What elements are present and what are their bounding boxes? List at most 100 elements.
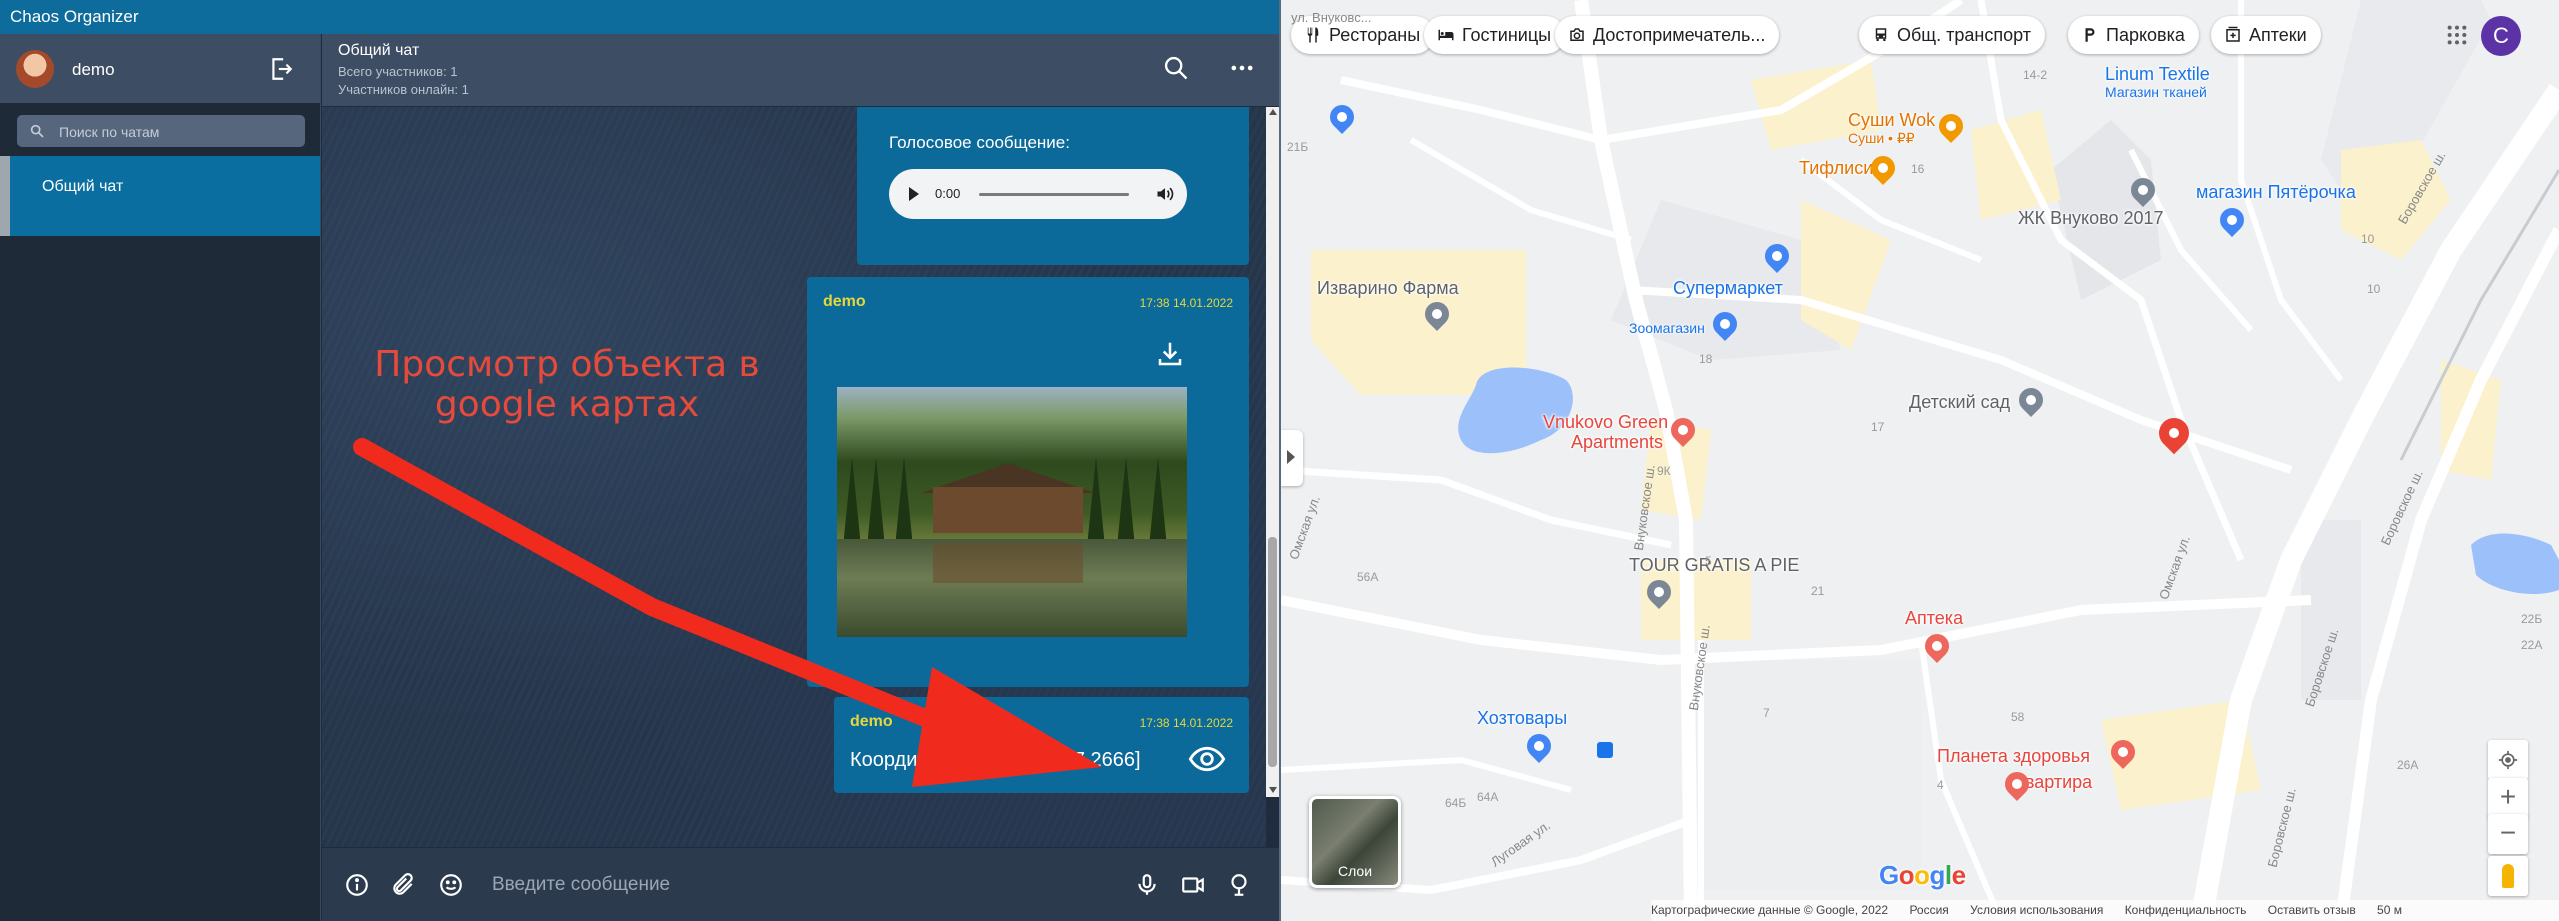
poi-sushi-wok[interactable]: Суши Wok <box>1848 110 1935 131</box>
map-canvas[interactable] <box>1281 0 2559 921</box>
scroll-down-arrow[interactable] <box>1269 787 1277 793</box>
scroll-up-arrow[interactable] <box>1269 109 1277 115</box>
members-total: Всего участников: 1 <box>338 64 458 79</box>
pegman-icon <box>2502 864 2514 888</box>
chip-parking[interactable]: Парковка <box>2068 16 2199 54</box>
poi-vnukovo-green[interactable]: Vnukovo Green <box>1543 412 1668 433</box>
chip-public-transport[interactable]: Общ. транспорт <box>1859 16 2045 54</box>
apps-grid-icon[interactable] <box>2446 24 2468 46</box>
chip-label: Достопримечатель... <box>1593 25 1766 45</box>
user-profile: demo <box>0 34 320 103</box>
crosshair-icon <box>2498 750 2518 770</box>
emoji-icon[interactable] <box>438 872 464 898</box>
chip-label: Парковка <box>2106 25 2185 45</box>
message-author: demo <box>823 293 866 310</box>
collapse-panel-button[interactable] <box>1281 430 1303 486</box>
house-number: 26А <box>2397 758 2419 772</box>
street-view-pegman[interactable] <box>2488 856 2528 896</box>
bus-stop-icon[interactable] <box>1597 742 1613 758</box>
house-number: 5 <box>1705 554 1712 568</box>
poi-hoztovary[interactable]: Хозтовары <box>1477 708 1567 729</box>
map-attribution: Картографические данные © Google, 2022 Р… <box>1651 900 2559 921</box>
scroll-thumb[interactable] <box>1268 537 1277 767</box>
sidebar-item-general-chat[interactable]: Общий чат <box>0 156 320 236</box>
poi-tiflisi[interactable]: Тифлиси <box>1799 158 1873 179</box>
app-title: Chaos Organizer <box>0 0 1279 34</box>
chip-hotels[interactable]: Гостиницы <box>1424 16 1566 54</box>
house-number: 21Б <box>1287 140 1309 154</box>
eye-icon[interactable] <box>1188 743 1226 775</box>
audio-progress[interactable] <box>979 193 1129 196</box>
house-number: 21 <box>1811 584 1825 598</box>
audio-player[interactable]: 0:00 <box>889 169 1187 219</box>
members-online: Участников онлайн: 1 <box>338 82 469 97</box>
bed-icon <box>1438 29 1454 41</box>
my-location-button[interactable] <box>2488 740 2528 780</box>
layers-button[interactable]: Слои <box>1309 796 1401 888</box>
chevron-right-icon <box>1287 450 1295 464</box>
street-label: ул. Внуковс... <box>1291 10 1372 25</box>
poi-apteka[interactable]: Аптека <box>1905 608 1963 629</box>
search-icon[interactable] <box>1162 54 1190 82</box>
poi-planeta-zdorovya[interactable]: Планета здоровья <box>1937 746 2090 767</box>
more-menu-icon[interactable] <box>1228 54 1256 82</box>
message-scrollbar[interactable] <box>1266 107 1279 797</box>
attribution-feedback[interactable]: Оставить отзыв <box>2268 903 2356 917</box>
poi-kindergarten[interactable]: Детский сад <box>1909 392 2010 413</box>
house-number: 10 <box>2367 282 2381 296</box>
coordinates-message: demo 17:38 14.01.2022 Координаты: [55.61… <box>834 697 1249 793</box>
poi-zoomagazin[interactable]: Зоомагазин <box>1629 320 1705 336</box>
house-number: 9К <box>1657 464 1671 478</box>
house-number: 22А <box>2521 638 2543 652</box>
poi-izvarino-farma[interactable]: Изварино Фарма <box>1317 278 1459 299</box>
plus-icon: + <box>2499 781 2517 812</box>
house-number: 4 <box>1937 778 1944 792</box>
google-map[interactable]: Рестораны Гостиницы Достопримечатель... … <box>1281 0 2559 921</box>
chip-attractions[interactable]: Достопримечатель... <box>1555 16 1780 54</box>
chip-label: Общ. транспорт <box>1897 25 2031 45</box>
house-number: 22Б <box>2521 612 2543 626</box>
bus-icon <box>1875 28 1887 41</box>
play-icon[interactable] <box>909 187 919 201</box>
location-icon[interactable] <box>1226 872 1252 898</box>
message-composer <box>322 848 1279 921</box>
account-avatar[interactable]: C <box>2481 16 2521 56</box>
message-time: 17:38 14.01.2022 <box>1139 716 1233 730</box>
minus-icon: − <box>2499 817 2517 848</box>
scale-bar[interactable]: 50 м <box>2377 903 2402 917</box>
attribution-terms[interactable]: Условия использования <box>1970 903 2103 917</box>
attribution-country[interactable]: Россия <box>1909 903 1948 917</box>
poi-zhk-vnukovo[interactable]: ЖК Внуково 2017 <box>2018 208 2164 229</box>
chip-pharmacies[interactable]: Аптеки <box>2211 16 2321 54</box>
download-icon[interactable] <box>1155 339 1185 369</box>
zoom-out-button[interactable]: − <box>2488 814 2528 854</box>
logout-icon[interactable] <box>268 56 294 82</box>
image-message: demo 17:38 14.01.2022 <box>807 277 1249 687</box>
poi-supermarket[interactable]: Супермаркет <box>1673 278 1783 299</box>
poi-pyaterochka[interactable]: магазин Пятёрочка <box>2196 182 2356 203</box>
zoom-in-button[interactable]: + <box>2488 778 2528 818</box>
google-logo: Google <box>1879 860 1966 890</box>
volume-icon[interactable] <box>1155 184 1175 204</box>
message-photo[interactable] <box>837 387 1187 637</box>
attribution-privacy[interactable]: Конфиденциальность <box>2125 903 2247 917</box>
voice-label: Голосовое сообщение: <box>889 133 1070 152</box>
attach-icon[interactable] <box>390 872 416 898</box>
house-number: 16 <box>1911 162 1925 176</box>
message-list[interactable]: Голосовое сообщение: 0:00 demo 17:38 14.… <box>322 107 1266 847</box>
audio-time: 0:00 <box>935 186 961 201</box>
house-number: 18 <box>1699 352 1713 366</box>
avatar <box>16 50 54 88</box>
info-icon[interactable] <box>344 872 370 898</box>
video-icon[interactable] <box>1180 872 1206 898</box>
microphone-icon[interactable] <box>1134 872 1160 898</box>
search-input[interactable] <box>57 115 301 149</box>
chip-label: Аптеки <box>2249 25 2307 45</box>
poi-sushi-sub: Суши • ₽₽ <box>1848 130 1915 146</box>
layers-label: Слои <box>1337 863 1373 879</box>
message-input[interactable] <box>490 866 1094 904</box>
poi-tour-gratis[interactable]: TOUR GRATIS A PIE <box>1629 555 1799 576</box>
house-number: 58 <box>2011 710 2025 724</box>
poi-linum-textile[interactable]: Linum Textile <box>2105 64 2210 85</box>
search-icon <box>30 124 44 138</box>
